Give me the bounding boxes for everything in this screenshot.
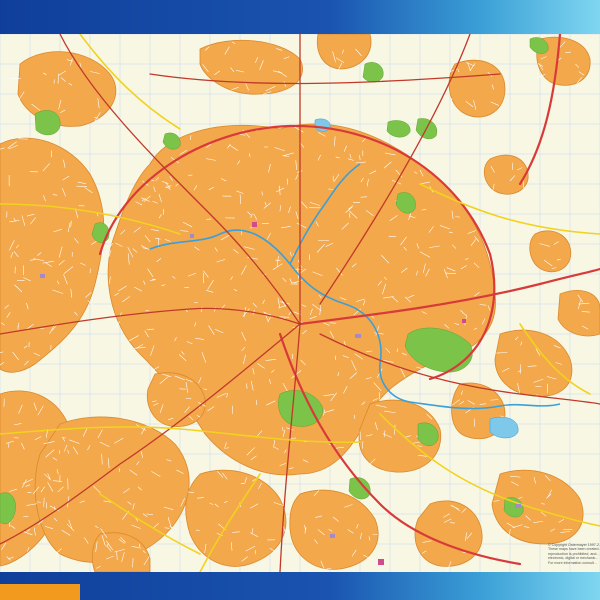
urban-area-east-1 [483, 154, 529, 195]
landmark-marker [355, 334, 361, 338]
landmark-marker [515, 504, 521, 508]
bottom-frame-band [0, 572, 600, 600]
park-west-2 [91, 222, 110, 243]
top-frame-band [0, 0, 600, 34]
map-canvas [0, 34, 600, 572]
landmark-marker [330, 534, 335, 538]
landmark-marker [190, 234, 194, 238]
copyright-line: For more information consult... [548, 560, 597, 565]
landmark-marker [252, 222, 257, 227]
map-poster: © Copyright Ostermayer 1997-2... These m… [0, 0, 600, 600]
copyright-notice: © Copyright Ostermayer 1997-2... These m… [548, 543, 600, 565]
landmark-marker [40, 274, 45, 278]
landmark-marker [462, 319, 466, 323]
park-west-1 [34, 110, 61, 136]
copyright-line: electronic, digital or mechanic... [548, 556, 599, 561]
landmark-marker [378, 559, 384, 565]
street-map[interactable] [0, 34, 600, 572]
orange-accent-tab [0, 584, 80, 600]
